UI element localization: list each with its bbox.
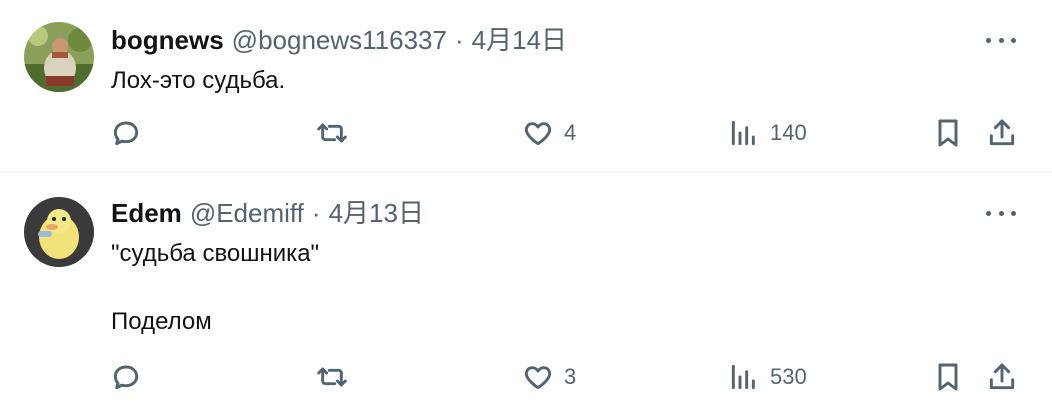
reply-button[interactable] [110, 361, 142, 393]
tweet-actions: 4 140 [0, 0, 1052, 172]
like-count: 3 [564, 364, 577, 389]
view-count: 530 [770, 364, 807, 389]
reply-icon [113, 121, 139, 146]
share-icon [989, 363, 1015, 390]
heart-icon [524, 122, 552, 146]
heart-icon [524, 366, 552, 390]
like-button[interactable]: 3 [522, 361, 576, 393]
view-count: 140 [770, 120, 807, 145]
retweet-icon [317, 367, 347, 387]
reply-icon [113, 365, 139, 390]
retweet-icon [317, 123, 347, 143]
bookmark-button[interactable] [932, 361, 964, 393]
views-icon [731, 120, 755, 146]
tweet[interactable]: bognews @bognews116337 · 4月14日 Лох-это с… [0, 0, 1052, 173]
tweet[interactable]: Edem @Edemiff · 4月13日 "судьба свошника" … [0, 173, 1052, 409]
share-button[interactable] [986, 117, 1018, 149]
bookmark-button[interactable] [932, 117, 964, 149]
share-button[interactable] [986, 361, 1018, 393]
reply-button[interactable] [110, 117, 142, 149]
like-count: 4 [564, 120, 577, 145]
bookmark-icon [938, 119, 958, 147]
share-icon [989, 119, 1015, 146]
views-button[interactable]: 140 [728, 117, 807, 149]
retweet-button[interactable] [316, 361, 348, 393]
views-button[interactable]: 530 [728, 361, 807, 393]
bookmark-icon [938, 363, 958, 391]
views-icon [731, 364, 755, 390]
like-button[interactable]: 4 [522, 117, 576, 149]
retweet-button[interactable] [316, 117, 348, 149]
tweet-actions: 3 530 [0, 173, 1052, 409]
